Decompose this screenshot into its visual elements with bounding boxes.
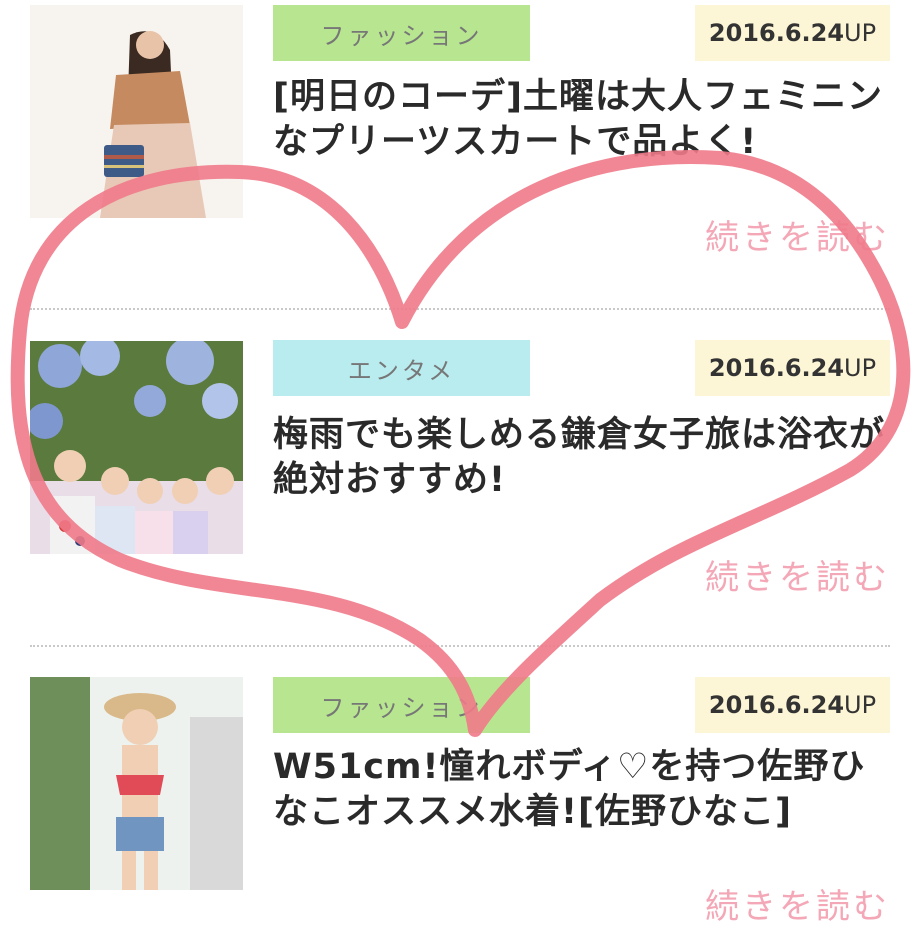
date-text: 2016.6.24: [708, 691, 845, 719]
article-card[interactable]: ファッション 2016.6.24 UP W51cm!憧れボディ♡を持つ佐野ひなこオ…: [0, 647, 920, 927]
date-badge: 2016.6.24 UP: [695, 677, 890, 733]
category-badge[interactable]: ファッション: [273, 677, 530, 733]
date-badge: 2016.6.24 UP: [695, 340, 890, 396]
date-text: 2016.6.24: [708, 19, 845, 47]
read-more-link[interactable]: 続きを読む: [705, 879, 890, 928]
read-more-link[interactable]: 続きを読む: [705, 550, 890, 599]
article-thumbnail[interactable]: [30, 341, 243, 554]
date-badge: 2016.6.24 UP: [695, 5, 890, 61]
category-badge[interactable]: エンタメ: [273, 340, 530, 396]
article-title[interactable]: [明日のコーデ]土曜は大人フェミニンなプリーツスカートで品よく!: [273, 75, 893, 165]
yukata-photo-image: [30, 341, 243, 554]
article-title[interactable]: 梅雨でも楽しめる鎌倉女子旅は浴衣が絶対おすすめ!: [273, 413, 893, 503]
article-thumbnail[interactable]: [30, 677, 243, 890]
date-suffix: UP: [844, 691, 877, 719]
date-suffix: UP: [844, 19, 877, 47]
read-more-link[interactable]: 続きを読む: [705, 210, 890, 259]
fashion-photo-image: [30, 5, 243, 218]
article-card[interactable]: ファッション 2016.6.24 UP [明日のコーデ]土曜は大人フェミニンなプリ…: [0, 0, 920, 308]
article-title[interactable]: W51cm!憧れボディ♡を持つ佐野ひなこオススメ水着![佐野ひなこ]: [273, 745, 893, 835]
category-badge[interactable]: ファッション: [273, 5, 530, 61]
date-suffix: UP: [844, 354, 877, 382]
article-card[interactable]: エンタメ 2016.6.24 UP 梅雨でも楽しめる鎌倉女子旅は浴衣が絶対おすすめ…: [0, 310, 920, 645]
date-text: 2016.6.24: [708, 354, 845, 382]
article-thumbnail[interactable]: [30, 5, 243, 218]
swimsuit-photo-image: [30, 677, 243, 890]
